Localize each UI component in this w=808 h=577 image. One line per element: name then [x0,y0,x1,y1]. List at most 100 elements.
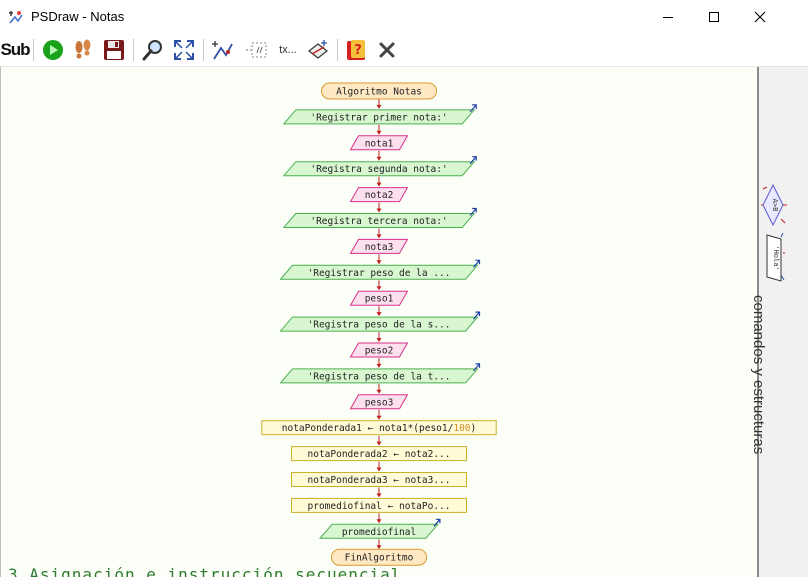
step-button[interactable] [70,37,96,63]
flow-arrowhead [376,260,382,265]
footsteps-icon [75,39,91,59]
close-icon [754,11,766,23]
assignment-text: notaPonderada3 ← nota3... [308,475,451,486]
input-variable: nota1 [365,138,394,149]
output-block[interactable]: 'Registra segunda nota:' [282,156,477,177]
magnifier-icon [142,40,162,61]
comment-button[interactable] [243,37,269,63]
assignment-block[interactable]: promediofinal ← notaPo... [291,497,467,513]
flow-arrowhead [376,338,382,342]
window-title: PSDraw - Notas [31,9,125,24]
output-text: promediofinal [342,527,416,538]
input-variable: nota2 [365,190,394,201]
flow-arrowhead [376,286,382,291]
save-button[interactable] [101,37,127,63]
text-icon: tx... [279,44,297,56]
input-block[interactable]: peso2 [349,342,409,358]
assignment-block[interactable]: notaPonderada3 ← nota3... [291,472,467,487]
algorithm-start[interactable]: Algoritmo Notas [321,82,437,100]
output-text: 'Registra tercera nota:' [310,216,447,227]
assignment-text: notaPonderada1 ← nota1*(peso1/100) [282,423,477,434]
toolbar-separator [203,39,204,61]
zoom-button[interactable] [140,37,166,63]
sub-text-icon: Sub [0,40,30,59]
assignment-text: notaPonderada2 ← nota2... [308,449,451,460]
play-icon [43,40,63,60]
output-text: 'Registra segunda nota:' [310,164,447,175]
flow-arrowhead [376,208,382,213]
close-x-icon [379,42,395,58]
assignment-block[interactable]: notaPonderada1 ← nota1*(peso1/100) [261,420,497,436]
flow-arrowhead [376,363,382,368]
comment-dashed-icon [246,42,267,58]
flow-arrowhead [376,156,382,161]
output-text: 'Registra peso de la t... [308,371,451,382]
flow-arrowhead [376,467,382,472]
fit-button[interactable] [171,37,197,63]
help-button[interactable]: ? [343,37,369,63]
toolbar: Sub tx... ? [0,34,808,67]
commands-panel[interactable]: A>B 'Hola' comandos y estructuras [750,67,808,577]
assignment-block[interactable]: notaPonderada2 ← nota2... [291,446,467,462]
input-variable: peso1 [365,294,394,305]
output-block[interactable]: 'Registra tercera nota:' [282,207,477,228]
input-block[interactable]: nota1 [349,135,409,151]
input-block[interactable]: nota3 [349,238,409,254]
close-button[interactable] [374,37,400,63]
flow-arrowhead [376,130,382,135]
flow-arrowhead [376,312,382,317]
minimize-icon [663,17,673,18]
expand-arrows-icon [174,40,194,60]
output-text: 'Registrar primer nota:' [310,112,447,123]
input-block[interactable]: nota2 [349,187,409,203]
algorithm-end[interactable]: FinAlgoritmo [330,548,428,566]
run-button[interactable] [40,37,66,63]
maximize-button[interactable] [691,0,737,34]
output-text: 'Registra peso de la s... [308,320,451,331]
section-heading: 3 Asignación e instrucción secuencial [8,565,402,577]
flow-arrowhead [376,182,382,187]
input-block[interactable]: peso3 [349,394,409,410]
flow-arrowhead [376,234,382,239]
toolbar-separator [337,39,338,61]
style-button[interactable] [305,37,331,63]
toolbar-separator [33,39,34,61]
flowchart-style-icon [308,40,328,59]
input-block[interactable]: peso1 [349,290,409,306]
output-shape-icon[interactable]: 'Hola' [763,233,785,283]
flow-arrowhead [376,545,382,550]
output-block[interactable]: 'Registra peso de la t... [279,363,481,384]
flowchart-canvas[interactable]: Algoritmo Notas 'Registrar primer nota:' n… [0,67,757,577]
flowchart: Algoritmo Notas 'Registrar primer nota:' n… [261,82,497,566]
sub-button[interactable]: Sub [0,37,30,63]
toolbar-separator [133,39,134,61]
decision-shape-icon[interactable]: A>B [761,183,787,227]
input-variable: nota3 [365,242,394,253]
output-block[interactable]: 'Registrar primer nota:' [282,104,477,125]
flow-arrowhead [376,519,382,524]
algorithm-end-label: FinAlgoritmo [345,553,414,564]
draw-button[interactable] [210,37,236,63]
close-window-button[interactable] [737,0,783,34]
panel-title: comandos y estructuras [750,295,767,455]
title-bar: PSDraw - Notas [0,0,808,34]
minimize-button[interactable] [645,0,691,34]
flow-arrowhead [376,389,382,394]
output-text: 'Registrar peso de la ... [308,268,451,279]
psdraw-app-icon [9,11,23,24]
mini-output-label: 'Hola' [772,245,780,270]
algorithm-start-label: Algoritmo Notas [336,87,422,98]
text-button[interactable]: tx... [274,37,302,63]
flowchart-draw-icon [212,41,233,60]
mini-decision-label: A>B [771,199,779,212]
flow-arrowhead [376,493,382,498]
floppy-disk-icon [104,40,124,60]
flow-arrowhead [376,415,382,420]
input-variable: peso2 [365,346,394,357]
output-block[interactable]: 'Registrar peso de la ... [279,259,481,280]
assignment-text: promediofinal ← notaPo... [308,501,451,512]
input-variable: peso3 [365,397,394,408]
output-block[interactable]: 'Registra peso de la s... [279,311,481,332]
flow-arrowhead [376,104,382,109]
output-block[interactable]: promediofinal [319,518,441,539]
